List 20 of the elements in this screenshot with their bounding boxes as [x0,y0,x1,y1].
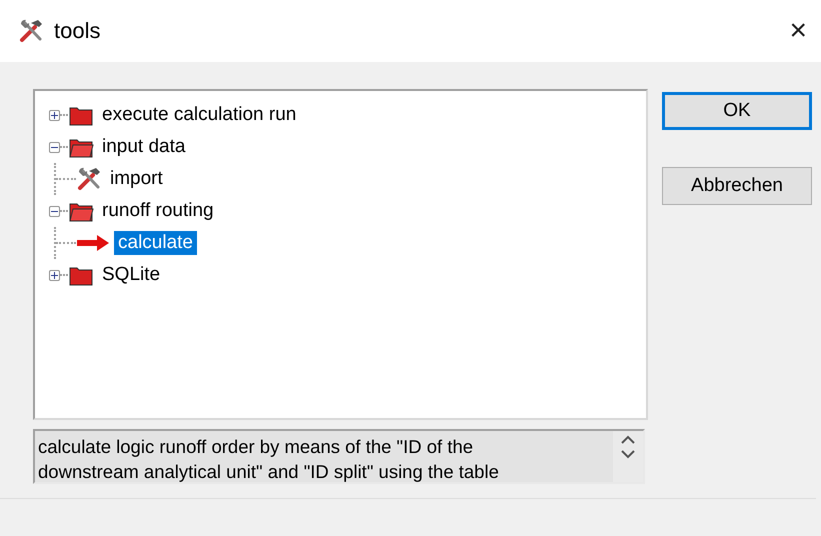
scroll-up-icon[interactable] [621,435,635,445]
tree-item[interactable]: execute calculation run [98,103,300,127]
description-text: calculate logic runoff order by means of the "ID of the downstream analytical unit" and "ID split" using the table [37,435,500,482]
tools-icon [18,18,44,44]
tree-item[interactable]: SQLite [98,263,164,287]
window-title: tools [54,18,102,44]
tree-item[interactable]: import [106,167,167,191]
scroll-down-icon[interactable] [621,449,635,459]
arrow-icon [76,235,110,251]
expand-toggle[interactable] [49,110,60,120]
tree-item[interactable]: runoff routing [98,199,218,223]
collapse-toggle[interactable] [49,142,60,152]
ok-button[interactable]: OK [662,92,812,130]
cancel-button[interactable]: Abbrechen [662,167,812,205]
tree-item[interactable]: input data [98,135,190,159]
close-icon[interactable]: × [789,14,807,48]
expand-toggle[interactable] [49,270,60,280]
tools-icon [76,166,102,192]
tree-item[interactable]: calculate [114,231,197,255]
collapse-toggle[interactable] [49,206,60,216]
